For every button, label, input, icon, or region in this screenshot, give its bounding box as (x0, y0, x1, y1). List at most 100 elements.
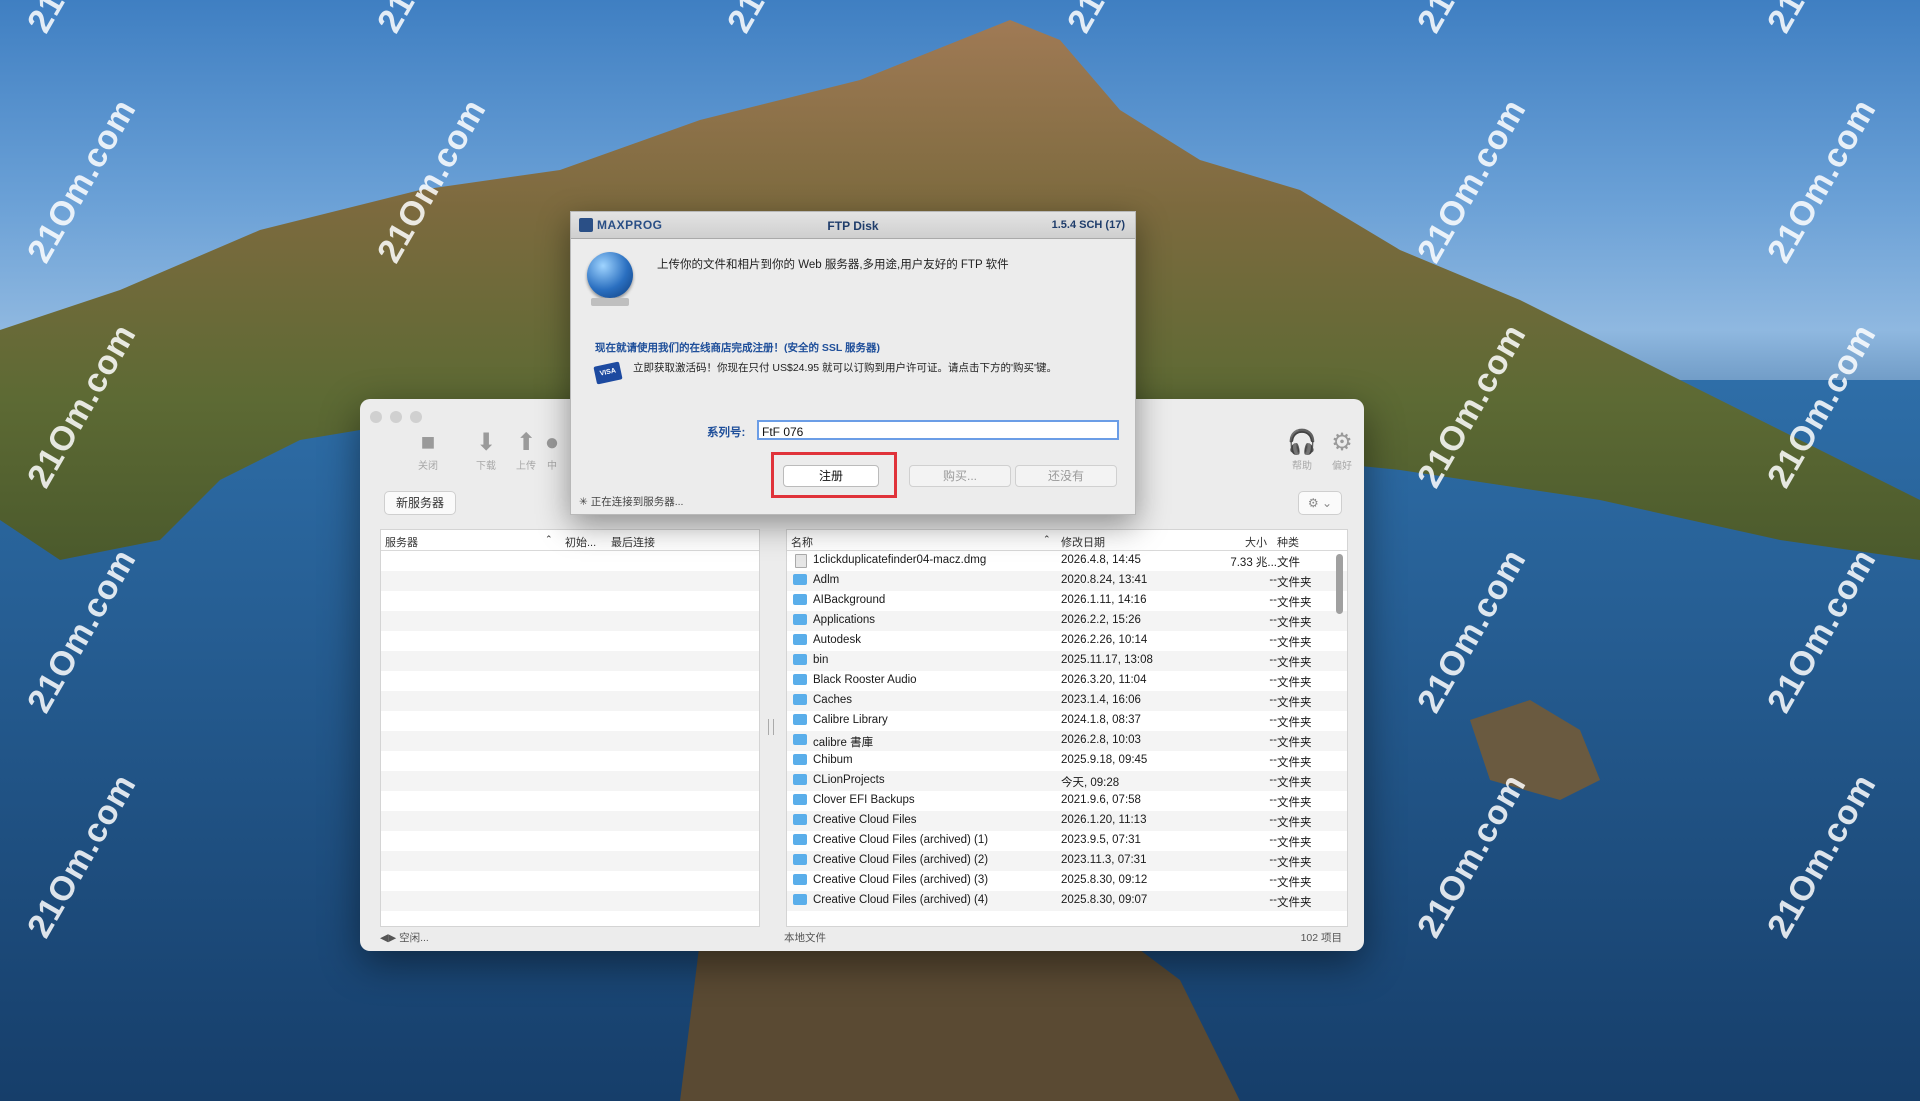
file-row[interactable]: Calibre Library 2024.1.8, 08:37 -- 文件夹 (787, 711, 1347, 731)
file-row[interactable]: 1clickduplicatefinder04-macz.dmg 2026.4.8… (787, 551, 1347, 571)
close-connection-button[interactable]: ■ 关闭 (408, 429, 448, 472)
folder-icon (793, 834, 807, 845)
window-close-button[interactable] (370, 411, 382, 423)
local-file-list[interactable]: 名称 ⌃ 修改日期 大小 种类 1clickduplicatefinder04-… (786, 529, 1348, 927)
file-name: Applications (813, 614, 876, 626)
server-row-empty (381, 651, 759, 671)
store-text: 立即获取激活码！你现在只付 US$24.95 就可以订购到用户许可证。请点击下方… (633, 362, 1058, 374)
file-size: -- (1269, 834, 1277, 846)
file-kind: 文件夹 (1277, 777, 1312, 789)
file-size: -- (1269, 774, 1277, 786)
new-server-button[interactable]: 新服务器 (384, 491, 456, 515)
file-kind: 文件夹 (1277, 617, 1312, 629)
file-date: 2021.9.6, 07:58 (1061, 794, 1141, 806)
file-size: 7.33 兆... (1230, 557, 1277, 569)
folder-icon (793, 894, 807, 905)
file-row[interactable]: Autodesk 2026.2.26, 10:14 -- 文件夹 (787, 631, 1347, 651)
file-name: Creative Cloud Files (archived) (4) (813, 894, 989, 906)
file-date: 2026.1.20, 11:13 (1061, 814, 1147, 826)
file-name: Chibum (813, 754, 853, 766)
file-name: Black Rooster Audio (813, 674, 917, 686)
col-kind[interactable]: 种类 (1277, 534, 1299, 550)
file-row[interactable]: CLionProjects 今天, 09:28 -- 文件夹 (787, 771, 1347, 791)
file-row[interactable]: Creative Cloud Files (archived) (1) 2023.… (787, 831, 1347, 851)
file-row[interactable]: Creative Cloud Files (archived) (3) 2025.… (787, 871, 1347, 891)
register-button[interactable]: 注册 (783, 465, 879, 487)
server-row-empty (381, 611, 759, 631)
col-last-connect[interactable]: 最后连接 (611, 534, 655, 550)
file-kind: 文件夹 (1277, 637, 1312, 649)
download-button[interactable]: ⬇ 下载 (466, 429, 506, 472)
file-row[interactable]: Chibum 2025.9.18, 09:45 -- 文件夹 (787, 751, 1347, 771)
col-server[interactable]: 服务器 (385, 534, 418, 550)
help-label: 帮助 (1292, 461, 1312, 472)
folder-icon (793, 654, 807, 665)
window-minimize-button[interactable] (390, 411, 402, 423)
gear-icon: ⚙ (1331, 429, 1353, 456)
file-kind: 文件夹 (1277, 737, 1312, 749)
file-row[interactable]: Applications 2026.2.2, 15:26 -- 文件夹 (787, 611, 1347, 631)
file-row[interactable]: Clover EFI Backups 2021.9.6, 07:58 -- 文件夹 (787, 791, 1347, 811)
file-date: 2023.9.5, 07:31 (1061, 834, 1141, 846)
server-row-empty (381, 751, 759, 771)
file-row[interactable]: Creative Cloud Files (archived) (2) 2023.… (787, 851, 1347, 871)
file-kind: 文件夹 (1277, 597, 1312, 609)
file-kind: 文件夹 (1277, 697, 1312, 709)
serial-input[interactable]: FtF 076 (757, 420, 1119, 440)
folder-icon (793, 574, 807, 585)
spinner-icon: ✳ (579, 496, 591, 508)
preferences-button[interactable]: ⚙ 偏好 (1322, 429, 1362, 472)
connecting-status: ✳ 正在连接到服务器... (579, 496, 684, 508)
tagline: 上传你的文件和相片到你的 Web 服务器,多用途,用户友好的 FTP 软件 (657, 259, 1009, 271)
credit-card-icon: VISA (593, 361, 623, 385)
stop-button[interactable]: ● 中 (532, 429, 572, 472)
file-row[interactable]: Creative Cloud Files 2026.1.20, 11:13 -- 文件… (787, 811, 1347, 831)
server-list[interactable]: 服务器 ⌃ 初始... 最后连接 (380, 529, 760, 927)
col-size[interactable]: 大小 (1245, 534, 1267, 550)
server-row-empty (381, 711, 759, 731)
dialog-title: FTP Disk (827, 219, 879, 233)
file-size: -- (1269, 754, 1277, 766)
file-row[interactable]: calibre 書庫 2026.2.8, 10:03 -- 文件夹 (787, 731, 1347, 751)
col-initial[interactable]: 初始... (565, 534, 596, 550)
file-kind: 文件夹 (1277, 897, 1312, 909)
file-size: -- (1269, 894, 1277, 906)
not-yet-button[interactable]: 还没有 (1015, 465, 1117, 487)
vertical-scrollbar[interactable] (1336, 554, 1343, 614)
file-date: 2023.1.4, 16:06 (1061, 694, 1141, 706)
col-modified[interactable]: 修改日期 (1061, 534, 1105, 550)
folder-icon (793, 874, 807, 885)
file-kind: 文件夹 (1277, 797, 1312, 809)
help-button[interactable]: 🎧 帮助 (1282, 429, 1322, 472)
gear-icon: ⚙ ⌄ (1307, 496, 1333, 510)
drive-base-icon (591, 298, 629, 306)
file-kind: 文件夹 (1277, 817, 1312, 829)
file-size: -- (1269, 814, 1277, 826)
folder-icon (793, 674, 807, 685)
file-row[interactable]: Creative Cloud Files (archived) (4) 2025.… (787, 891, 1347, 911)
col-name[interactable]: 名称 (791, 534, 813, 550)
file-size: -- (1269, 654, 1277, 666)
file-row[interactable]: AIBackground 2026.1.11, 14:16 -- 文件夹 (787, 591, 1347, 611)
file-date: 2025.8.30, 09:12 (1061, 874, 1148, 886)
file-row[interactable]: Adlm 2020.8.24, 13:41 -- 文件夹 (787, 571, 1347, 591)
status-idle: ◀▶ 空闲... (380, 930, 429, 945)
document-icon (795, 554, 807, 568)
sort-asc-icon: ⌃ (1043, 534, 1051, 544)
stop-label: 中 (547, 461, 557, 472)
file-date: 2026.2.2, 15:26 (1061, 614, 1141, 626)
file-row[interactable]: bin 2025.11.17, 13:08 -- 文件夹 (787, 651, 1347, 671)
pane-splitter[interactable] (768, 719, 774, 735)
server-row-empty (381, 791, 759, 811)
file-name: 1clickduplicatefinder04-macz.dmg (813, 554, 987, 566)
file-name: Creative Cloud Files (archived) (2) (813, 854, 989, 866)
file-row[interactable]: Black Rooster Audio 2026.3.20, 11:04 -- 文件夹 (787, 671, 1347, 691)
server-row-empty (381, 811, 759, 831)
window-zoom-button[interactable] (410, 411, 422, 423)
version-label: 1.5.4 SCH (17) (1051, 219, 1125, 231)
action-menu-button[interactable]: ⚙ ⌄ (1298, 491, 1342, 515)
file-row[interactable]: Caches 2023.1.4, 16:06 -- 文件夹 (787, 691, 1347, 711)
buy-button[interactable]: 购买... (909, 465, 1011, 487)
download-arrow-icon: ⬇ (475, 429, 497, 456)
file-date: 2023.11.3, 07:31 (1061, 854, 1147, 866)
